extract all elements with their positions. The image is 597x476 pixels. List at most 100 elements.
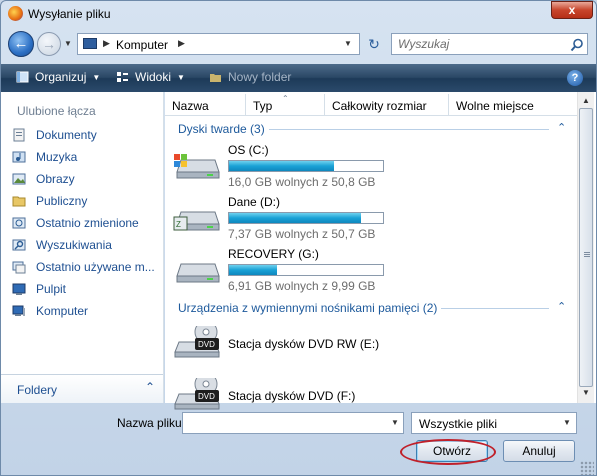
cancel-button[interactable]: Anuluj bbox=[503, 440, 575, 462]
drive-free-space: 7,37 GB wolnych z 50,7 GB bbox=[228, 227, 376, 241]
sidebar-item-recent-places[interactable]: Ostatnio używane m... bbox=[11, 258, 161, 276]
device-item-e[interactable]: DVD Stacja dysków DVD RW (E:) bbox=[173, 320, 473, 368]
computer-icon bbox=[12, 305, 25, 316]
column-header-free-space[interactable]: Wolne miejsce bbox=[449, 94, 577, 116]
dvd-badge: DVD bbox=[198, 340, 215, 349]
collapse-group-icon[interactable]: ⌃ bbox=[557, 300, 566, 313]
command-toolbar: Organizuj ▼ Widoki ▼ Nowy folder ? bbox=[1, 64, 596, 92]
sidebar-item-computer[interactable]: Komputer bbox=[11, 302, 161, 320]
filename-combobox[interactable]: ▼ bbox=[182, 412, 404, 434]
chevron-down-icon[interactable]: ▼ bbox=[563, 418, 571, 427]
chevron-down-icon: ▼ bbox=[92, 73, 101, 82]
address-bar[interactable]: ▶ Komputer ▶ ▼ bbox=[77, 33, 360, 55]
navigation-pane: Ulubione łącza Dokumenty Muzyka Obrazy P… bbox=[1, 92, 164, 403]
usage-bar-fill bbox=[229, 265, 277, 275]
breadcrumb-computer[interactable]: Komputer bbox=[116, 38, 168, 52]
file-type-value: Wszystkie pliki bbox=[419, 417, 498, 431]
breadcrumb-arrow-icon[interactable]: ▶ bbox=[103, 38, 110, 49]
sidebar-item-label: Ostatnio zmienione bbox=[36, 216, 139, 230]
chevron-down-icon[interactable]: ▼ bbox=[64, 39, 72, 48]
group-header-removable[interactable]: Urządzenia z wymiennymi nośnikami pamięc… bbox=[178, 301, 437, 315]
searches-icon bbox=[12, 239, 26, 251]
desktop-icon bbox=[12, 283, 26, 295]
sidebar-item-label: Pulpit bbox=[36, 282, 67, 296]
forward-button[interactable]: → bbox=[37, 32, 61, 56]
folders-toggle[interactable]: Foldery ⌃ bbox=[1, 374, 163, 403]
recent-icon bbox=[12, 217, 26, 229]
scroll-up-icon[interactable]: ▲ bbox=[582, 96, 590, 105]
filename-label: Nazwa pliku: bbox=[117, 416, 186, 430]
search-input[interactable] bbox=[398, 37, 558, 51]
file-upload-dialog: Wysyłanie pliku x ← → ▼ ▶ Komputer ▶ ▼ ↻… bbox=[0, 0, 597, 476]
highlight-annotation bbox=[400, 439, 496, 465]
sidebar-item-label: Komputer bbox=[36, 304, 89, 318]
drive-name: RECOVERY (G:) bbox=[228, 247, 319, 261]
sidebar-item-desktop[interactable]: Pulpit bbox=[11, 280, 161, 298]
sidebar-item-pictures[interactable]: Obrazy bbox=[11, 170, 161, 188]
organize-menu[interactable]: Organizuj ▼ bbox=[16, 70, 100, 84]
sidebar-item-public[interactable]: Publiczny bbox=[11, 192, 161, 210]
help-button[interactable]: ? bbox=[567, 70, 583, 86]
sidebar-item-label: Dokumenty bbox=[36, 128, 97, 142]
column-header-name[interactable]: Nazwa bbox=[165, 94, 246, 116]
close-button[interactable]: x bbox=[551, 1, 593, 19]
sidebar-item-label: Publiczny bbox=[36, 194, 88, 208]
views-label: Widoki bbox=[135, 70, 172, 84]
sidebar-item-recently-changed[interactable]: Ostatnio zmienione bbox=[11, 214, 161, 232]
sidebar-item-label: Muzyka bbox=[36, 150, 78, 164]
new-folder-icon bbox=[210, 74, 221, 82]
drive-free-space: 16,0 GB wolnych z 50,8 GB bbox=[228, 175, 376, 189]
usage-bar bbox=[228, 212, 384, 224]
chevron-down-icon[interactable]: ▼ bbox=[391, 418, 399, 427]
group-divider bbox=[441, 308, 549, 309]
refresh-button[interactable]: ↻ bbox=[365, 35, 383, 53]
chevron-up-icon: ⌃ bbox=[145, 380, 156, 394]
favorite-links-header: Ulubione łącza bbox=[17, 104, 96, 118]
navigation-row: ← → ▼ ▶ Komputer ▶ ▼ ↻ bbox=[1, 28, 596, 61]
new-folder-label: Nowy folder bbox=[228, 70, 292, 84]
organize-icon bbox=[16, 71, 29, 83]
music-icon bbox=[12, 151, 26, 163]
views-menu[interactable]: Widoki ▼ bbox=[116, 70, 185, 84]
collapse-group-icon[interactable]: ⌃ bbox=[557, 121, 566, 134]
resize-grip-icon[interactable] bbox=[580, 461, 594, 475]
sidebar-item-label: Wyszukiwania bbox=[36, 238, 112, 252]
drive-item-c[interactable]: OS (C:) 16,0 GB wolnych z 50,8 GB bbox=[173, 142, 573, 190]
sidebar-item-label: Ostatnio używane m... bbox=[36, 260, 155, 274]
breadcrumb-arrow-icon[interactable]: ▶ bbox=[178, 38, 185, 49]
address-dropdown-icon[interactable]: ▼ bbox=[344, 39, 352, 48]
recent-places-icon bbox=[12, 261, 26, 274]
computer-icon bbox=[83, 38, 97, 49]
device-name: Stacja dysków DVD (F:) bbox=[228, 389, 356, 403]
sidebar-item-label: Obrazy bbox=[36, 172, 75, 186]
search-icon[interactable] bbox=[570, 38, 584, 52]
organize-label: Organizuj bbox=[35, 70, 87, 84]
scroll-thumb[interactable] bbox=[579, 108, 593, 387]
public-folder-icon bbox=[12, 196, 26, 207]
sidebar-item-documents[interactable]: Dokumenty bbox=[11, 126, 161, 144]
folders-label: Foldery bbox=[17, 383, 58, 397]
file-type-select[interactable]: Wszystkie pliki ▼ bbox=[411, 412, 577, 434]
vertical-scrollbar[interactable]: ▲ ▼ bbox=[577, 92, 594, 403]
sidebar-item-searches[interactable]: Wyszukiwania bbox=[11, 236, 161, 254]
usage-bar bbox=[228, 160, 384, 172]
title-bar: Wysyłanie pliku x bbox=[1, 1, 596, 27]
search-box[interactable] bbox=[391, 33, 588, 55]
column-header-total-size[interactable]: Całkowity rozmiar bbox=[325, 94, 449, 116]
usage-bar-fill bbox=[229, 213, 361, 223]
sidebar-item-music[interactable]: Muzyka bbox=[11, 148, 161, 166]
scroll-down-icon[interactable]: ▼ bbox=[582, 388, 590, 397]
dvd-drive-icon: DVD bbox=[174, 378, 220, 410]
group-header-hard-disks[interactable]: Dyski twarde (3) bbox=[178, 122, 265, 136]
drive-item-d[interactable]: Z Dane (D:) 7,37 GB wolnych z 50,7 GB bbox=[173, 194, 573, 242]
back-button[interactable]: ← bbox=[8, 31, 34, 57]
hard-drive-icon: Z bbox=[173, 211, 220, 231]
filename-input[interactable] bbox=[187, 416, 377, 430]
grip-icon bbox=[584, 252, 590, 258]
views-icon bbox=[117, 72, 128, 82]
usage-bar bbox=[228, 264, 384, 276]
drive-item-g[interactable]: RECOVERY (G:) 6,91 GB wolnych z 9,99 GB bbox=[173, 246, 573, 294]
column-headers: Nazwa Typ ⌃ Całkowity rozmiar Wolne miej… bbox=[165, 94, 577, 116]
new-folder-button[interactable]: Nowy folder bbox=[209, 70, 291, 84]
hard-drive-icon bbox=[176, 263, 220, 283]
